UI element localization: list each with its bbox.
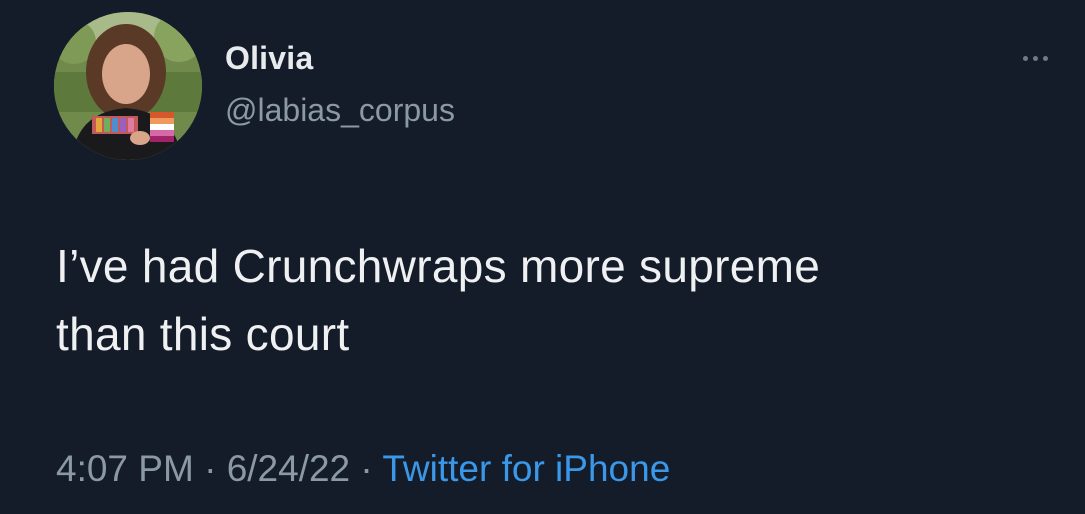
more-dot <box>1042 55 1048 61</box>
display-name[interactable]: Olivia <box>225 40 313 77</box>
tweet-card: Olivia @labias_corpus I’ve had Crunchwra… <box>0 0 1085 514</box>
meta-separator: · <box>350 448 383 489</box>
tweet-text-line: than this court <box>56 308 350 360</box>
tweet-text-line: I’ve had Crunchwraps more supreme <box>56 240 821 292</box>
tweet-time[interactable]: 4:07 PM <box>56 448 194 489</box>
tweet-text: I’ve had Crunchwraps more supreme than t… <box>56 232 1056 368</box>
meta-separator: · <box>193 448 227 489</box>
tweet-meta: 4:07 PM · 6/24/22 · Twitter for iPhone <box>56 448 670 490</box>
user-handle[interactable]: @labias_corpus <box>225 92 455 129</box>
avatar[interactable] <box>54 12 202 160</box>
tweet-source-link[interactable]: Twitter for iPhone <box>382 448 670 489</box>
more-dot <box>1022 55 1028 61</box>
avatar-photo <box>54 12 202 160</box>
tweet-date[interactable]: 6/24/22 <box>227 448 350 489</box>
more-dot <box>1032 55 1038 61</box>
more-options-icon[interactable] <box>1012 46 1058 70</box>
